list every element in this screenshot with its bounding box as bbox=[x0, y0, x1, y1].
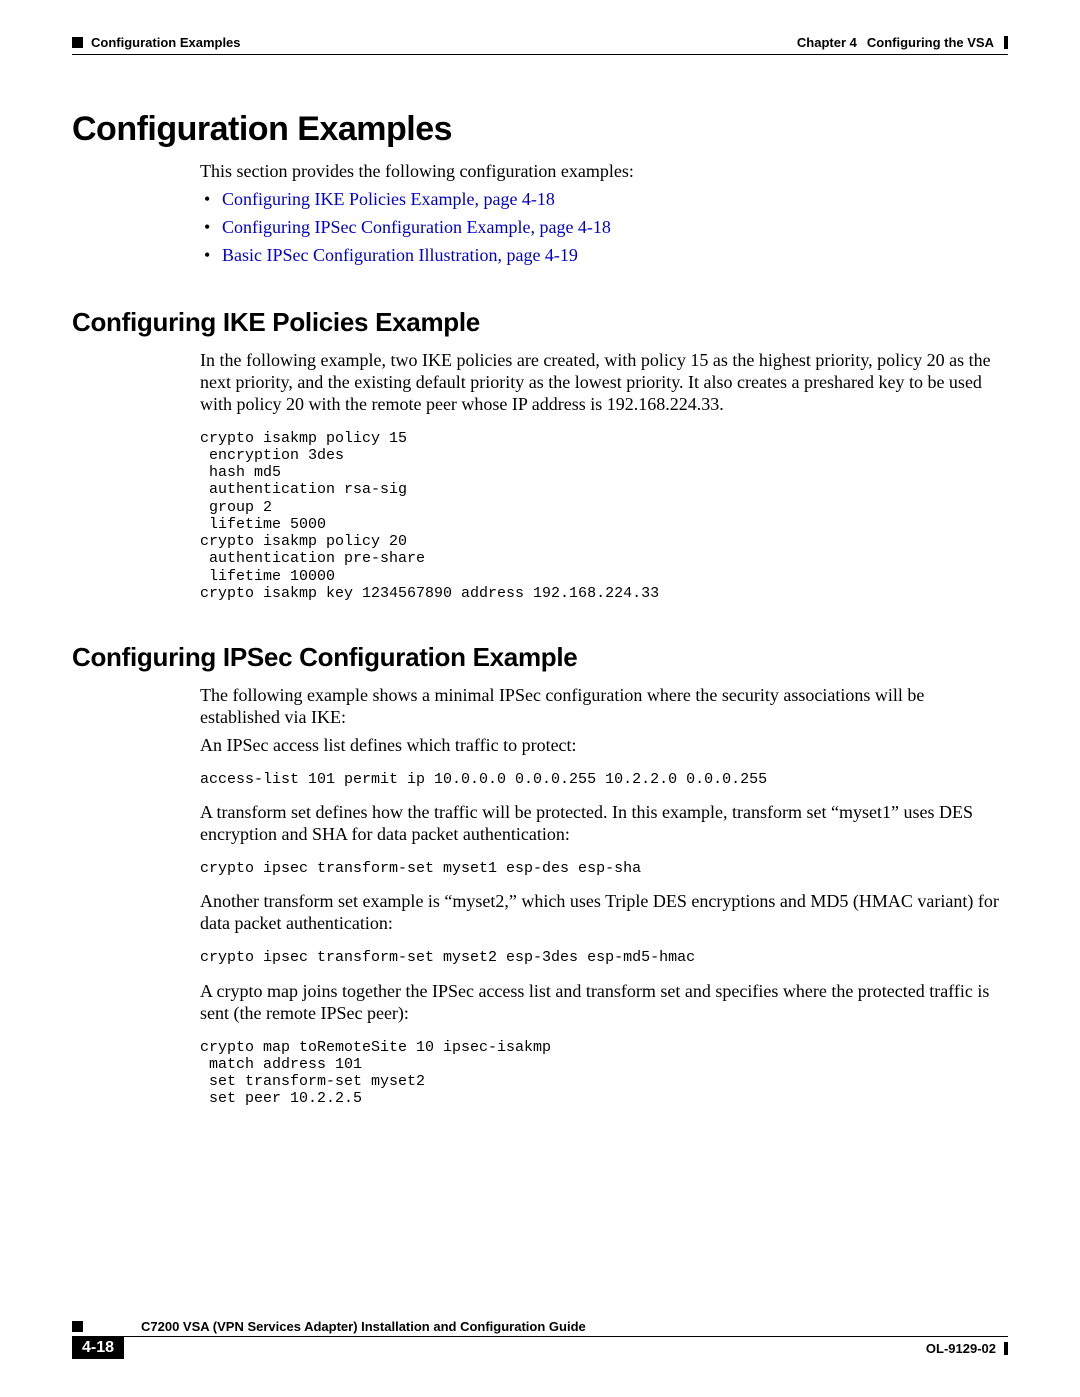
code-block: crypto isakmp policy 15 encryption 3des … bbox=[200, 430, 1008, 603]
header-square-icon bbox=[72, 37, 83, 48]
code-block: access-list 101 permit ip 10.0.0.0 0.0.0… bbox=[200, 771, 1008, 788]
footer-doc-id: OL-9129-02 bbox=[926, 1341, 996, 1356]
list-item: Configuring IKE Policies Example, page 4… bbox=[200, 189, 1008, 211]
section-heading: Configuring IKE Policies Example bbox=[72, 307, 1008, 338]
toc-link[interactable]: Configuring IKE Policies Example, page 4… bbox=[222, 189, 555, 209]
header-chapter-title: Configuring the VSA bbox=[867, 35, 994, 50]
list-item: Configuring IPSec Configuration Example,… bbox=[200, 217, 1008, 239]
header-rule bbox=[72, 54, 1008, 55]
toc-link[interactable]: Configuring IPSec Configuration Example,… bbox=[222, 217, 611, 237]
toc-link[interactable]: Basic IPSec Configuration Illustration, … bbox=[222, 245, 578, 265]
footer-guide-title: C7200 VSA (VPN Services Adapter) Install… bbox=[91, 1319, 1008, 1334]
running-header: Configuration Examples Chapter 4 Configu… bbox=[72, 35, 1008, 50]
footer-square-icon bbox=[72, 1321, 83, 1332]
section-heading: Configuring IPSec Configuration Example bbox=[72, 642, 1008, 673]
list-item: Basic IPSec Configuration Illustration, … bbox=[200, 245, 1008, 267]
body-paragraph: An IPSec access list defines which traff… bbox=[200, 735, 1008, 757]
body-paragraph: The following example shows a minimal IP… bbox=[200, 685, 1008, 729]
code-block: crypto ipsec transform-set myset2 esp-3d… bbox=[200, 949, 1008, 966]
page-title: Configuration Examples bbox=[72, 110, 1008, 149]
intro-paragraph: This section provides the following conf… bbox=[200, 161, 1008, 183]
body-paragraph: Another transform set example is “myset2… bbox=[200, 891, 1008, 935]
page-footer: C7200 VSA (VPN Services Adapter) Install… bbox=[72, 1319, 1008, 1359]
body-paragraph: In the following example, two IKE polici… bbox=[200, 350, 1008, 416]
toc-link-list: Configuring IKE Policies Example, page 4… bbox=[200, 189, 1008, 267]
header-chapter-number: Chapter 4 bbox=[797, 35, 857, 50]
footer-bar-icon bbox=[1004, 1342, 1008, 1355]
code-block: crypto ipsec transform-set myset1 esp-de… bbox=[200, 860, 1008, 877]
code-block: crypto map toRemoteSite 10 ipsec-isakmp … bbox=[200, 1039, 1008, 1108]
body-paragraph: A transform set defines how the traffic … bbox=[200, 802, 1008, 846]
body-paragraph: A crypto map joins together the IPSec ac… bbox=[200, 981, 1008, 1025]
header-bar-icon bbox=[1004, 36, 1008, 49]
header-section-label: Configuration Examples bbox=[91, 35, 241, 50]
page-number-badge: 4-18 bbox=[72, 1337, 124, 1359]
